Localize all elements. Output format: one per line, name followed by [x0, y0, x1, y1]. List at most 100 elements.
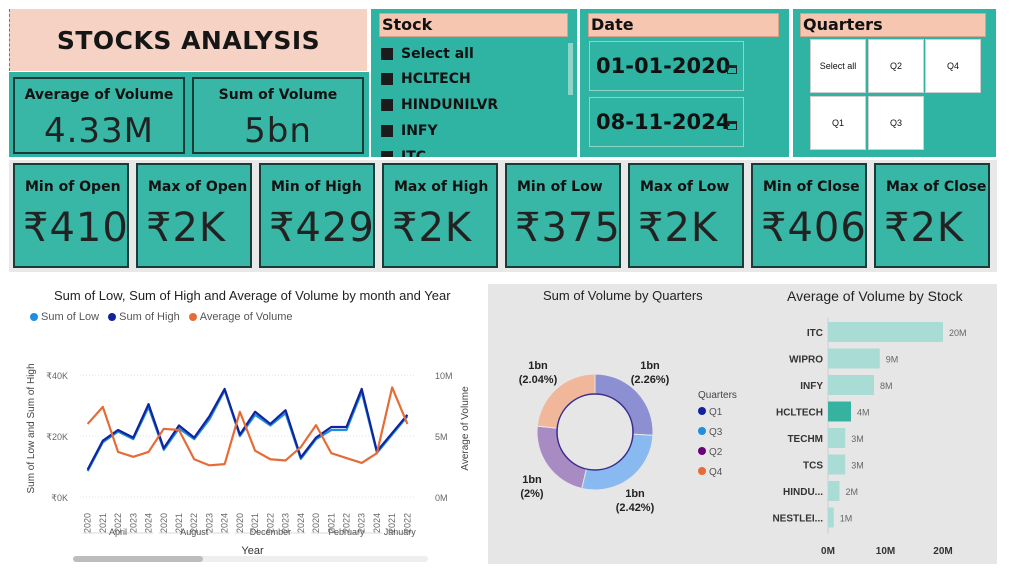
bar-data-label: 1M [840, 514, 853, 524]
kpi-card-max-high: Max of High ₹2K [382, 163, 498, 268]
date-slicer: Date 01-01-2020 08-11-2024 [580, 9, 789, 157]
kpi-label: Max of Close [886, 179, 987, 195]
bar-data-label: 3M [851, 461, 864, 471]
legend-label-q3: Q3 [709, 427, 723, 438]
bar-category-label: HINDU... [783, 487, 823, 498]
start-date-input[interactable]: 01-01-2020 [589, 41, 744, 91]
bar-category-label: TECHM [787, 434, 823, 445]
x-tick-label-year: 2020 [311, 513, 321, 533]
quarters-slicer: Quarters Select all Q2 Q4 Q1 Q3 [793, 9, 996, 157]
donut-data-label-pct: (2.04%) [519, 374, 558, 386]
option-label: Select all [401, 46, 474, 62]
checkbox[interactable] [381, 125, 393, 137]
quarter-button-select-all[interactable]: Select all [810, 39, 866, 93]
donut-legend-title: Quarters [698, 390, 737, 401]
legend-label: Sum of High [119, 311, 180, 323]
kpi-card-max-close: Max of Close ₹2K [874, 163, 990, 268]
checkbox[interactable] [381, 73, 393, 85]
kpi-label: Max of High [394, 179, 489, 195]
bar-data-label: 9M [886, 355, 899, 365]
x-tick-label: 10M [876, 546, 895, 557]
end-date-input[interactable]: 08-11-2024 [589, 97, 744, 147]
stock-option-hindunilvr[interactable]: HINDUNILVR [381, 94, 498, 116]
kpi-label: Min of Close [763, 179, 860, 195]
stock-option-infy[interactable]: INFY [381, 120, 438, 142]
legend-label: Sum of Low [41, 311, 100, 323]
option-label: INFY [401, 123, 438, 139]
y-tick-label-left: ₹20K [46, 432, 68, 442]
kpi-label: Min of Low [517, 179, 603, 195]
stock-option-hcltech[interactable]: HCLTECH [381, 68, 471, 90]
chart-scrollbar-thumb[interactable] [73, 556, 203, 562]
bar-hcltech [828, 401, 851, 422]
line-chart-legend: Sum of Low Sum of High Average of Volume [30, 311, 299, 324]
bar-chart: ITC 20M WIPRO 9M INFY 8M HCLTECH 4M TECHM 3M TCS 3M… [772, 318, 967, 557]
x-tick-label-year: 2020 [83, 513, 93, 533]
bar-category-label: INFY [800, 381, 823, 392]
donut-data-label-pct: (2%) [520, 488, 544, 500]
stock-slicer: Stock Select all HCLTECH HINDUNILVR INFY… [371, 9, 577, 157]
bar-chart-title: Average of Volume by Stock [787, 288, 963, 304]
checkbox[interactable] [381, 48, 393, 60]
page-title: STOCKS ANALYSIS [56, 25, 321, 55]
legend-label-q2: Q2 [709, 447, 723, 458]
calendar-icon[interactable] [727, 65, 737, 74]
x-tick-label: 20M [933, 546, 952, 557]
y-tick-label-left: ₹40K [46, 371, 68, 381]
option-label: ITC [401, 149, 427, 157]
x-tick-label-year: 2024 [220, 513, 230, 533]
legend-item-sum-low[interactable]: Sum of Low [30, 311, 99, 323]
slicer-title: Quarters [800, 13, 986, 37]
legend-item-sum-high[interactable]: Sum of High [108, 311, 180, 323]
bar-wipro [828, 348, 880, 369]
quarter-button-q4[interactable]: Q4 [925, 39, 981, 93]
kpi-value: ₹2K [884, 205, 965, 251]
title-banner: STOCKS ANALYSIS [9, 9, 367, 71]
bar-category-label: WIPRO [789, 355, 823, 366]
bar-category-label: NESTLEI... [772, 514, 823, 525]
bar-category-label: TCS [803, 461, 823, 472]
kpi-value: ₹2K [638, 205, 719, 251]
x-tick-label-month: April [109, 527, 127, 537]
bar-data-label: 8M [880, 381, 893, 391]
y-tick-label-left: ₹0K [51, 493, 68, 503]
donut-data-label-pct: (2.42%) [616, 502, 655, 514]
donut-data-label: 1bn [640, 360, 660, 372]
stock-option-itc[interactable]: ITC [381, 146, 426, 157]
x-tick-label: 0M [821, 546, 835, 557]
donut-data-label-pct: (2.26%) [631, 374, 670, 386]
kpi-label: Average of Volume [24, 87, 174, 103]
legend-label-q1: Q1 [709, 407, 723, 418]
donut-data-label: 1bn [522, 474, 542, 486]
start-date-value: 01-01-2020 [596, 54, 731, 78]
bar-category-label: HCLTECH [776, 408, 823, 419]
donut-slice-q2 [536, 425, 587, 490]
quarter-button-q2[interactable]: Q2 [868, 39, 924, 93]
x-tick-label-year: 2020 [235, 513, 245, 533]
checkbox[interactable] [381, 99, 393, 111]
y-tick-label-right: 5M [435, 432, 448, 442]
bar-data-label: 2M [846, 487, 859, 497]
y-tick-label-right: 0M [435, 493, 448, 503]
calendar-icon[interactable] [727, 121, 737, 130]
kpi-card-max-open: Max of Open ₹2K [136, 163, 252, 268]
donut-chart: 1bn (2.26%) 1bn (2.42%) 1bn (2%) 1bn (2.04%) Qua… [519, 360, 737, 514]
quarter-button-q1[interactable]: Q1 [810, 96, 866, 150]
x-tick-label-month: February [328, 527, 365, 537]
kpi-card-min-open: Min of Open ₹410 [13, 163, 129, 268]
bar-data-label: 20M [949, 328, 967, 338]
kpi-label: Sum of Volume [218, 87, 338, 103]
stock-option-select-all[interactable]: Select all [381, 43, 474, 65]
legend-label-q4: Q4 [709, 467, 723, 478]
bar-tcs [828, 454, 846, 475]
end-date-value: 08-11-2024 [596, 110, 731, 134]
quarter-button-q3[interactable]: Q3 [868, 96, 924, 150]
chart-scrollbar-track[interactable] [73, 556, 428, 562]
kpi-card-average-volume: Average of Volume 4.33M [13, 77, 185, 154]
checkbox[interactable] [381, 151, 393, 157]
bar-itc [828, 322, 943, 342]
legend-item-avg-volume[interactable]: Average of Volume [188, 311, 293, 323]
y-axis-title-right: Average of Volume [460, 386, 471, 471]
y-tick-label-right: 10M [435, 371, 453, 381]
bar-techm [828, 428, 846, 448]
